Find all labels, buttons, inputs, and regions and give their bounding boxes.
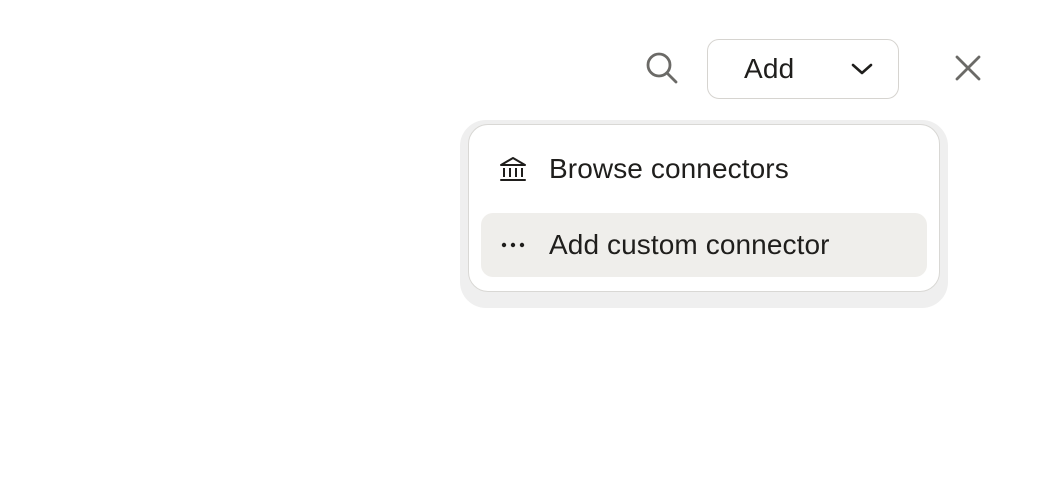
more-horizontal-icon [499,231,527,259]
menu-item-browse-connectors[interactable]: Browse connectors [481,137,927,201]
page: Add Browse connectors Add custom connect… [0,0,1040,480]
add-dropdown-label: Add [744,53,795,84]
menu-item-add-custom-connector[interactable]: Add custom connector [481,213,927,277]
search-button[interactable] [640,48,684,92]
menu-item-label: Add custom connector [549,229,830,260]
add-dropdown-menu: Browse connectors Add custom connector [468,124,940,292]
close-icon [953,53,983,88]
close-button[interactable] [946,48,990,92]
search-icon [644,50,680,91]
institution-icon [499,155,527,183]
chevron-down-icon [850,57,874,81]
add-dropdown-button[interactable]: Add [707,39,899,99]
menu-item-label: Browse connectors [549,153,789,184]
